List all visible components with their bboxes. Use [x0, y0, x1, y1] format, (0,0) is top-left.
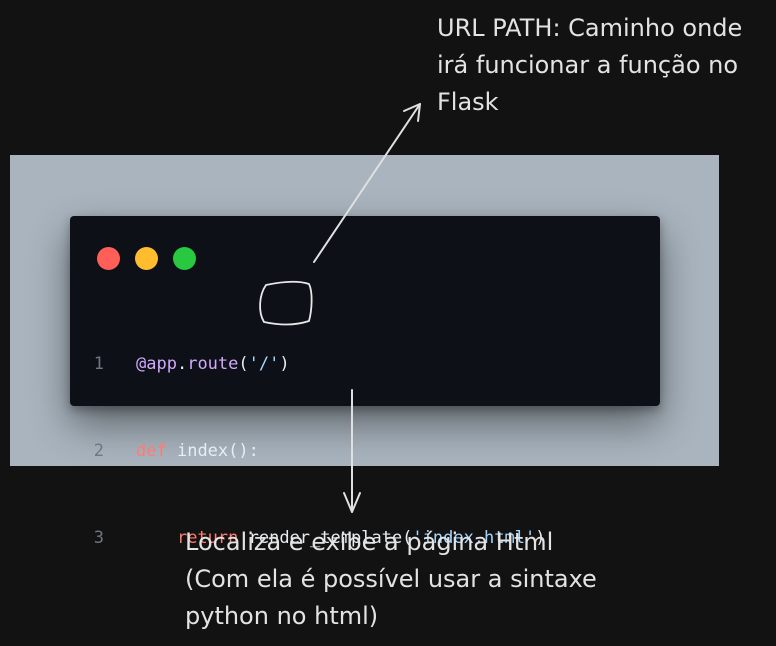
close-dot-icon: [97, 247, 120, 270]
maximize-dot-icon: [173, 247, 196, 270]
paren-open-token: (: [238, 354, 249, 374]
render-template-annotation: Localiza e exibe a página Html (Com ela …: [185, 524, 597, 635]
render-annotation-line-1: Localiza e exibe a página Html: [185, 528, 554, 556]
route-path-string: '/': [248, 354, 280, 374]
signature-token: ():: [228, 441, 259, 461]
code-line-2: 2 def index():: [70, 437, 545, 466]
def-keyword: def: [136, 441, 167, 461]
dot-token: .: [176, 354, 188, 374]
line-number: 3: [93, 528, 104, 548]
url-path-annotation-line-1: URL PATH: Caminho onde: [437, 14, 743, 42]
url-path-arrowhead-icon: [403, 103, 421, 122]
line-number: 2: [93, 441, 104, 461]
url-path-annotation: URL PATH: Caminho onde irá funcionar a f…: [437, 10, 742, 121]
decorator-token: @app: [136, 354, 177, 374]
code-window: 1 @app.route('/') 2 def index(): 3 return …: [70, 216, 660, 548]
function-name-token: index: [176, 441, 229, 461]
paren-close-token: ): [279, 354, 290, 374]
minimize-dot-icon: [135, 247, 158, 270]
url-path-annotation-line-2: irá funcionar a função no: [437, 51, 739, 79]
line-number: 1: [93, 354, 104, 374]
url-path-annotation-line-3: Flask: [437, 88, 499, 116]
code-line-1: 1 @app.route('/'): [70, 350, 545, 379]
render-annotation-line-3: python no html): [185, 602, 379, 630]
route-token: route: [187, 354, 239, 374]
render-annotation-line-2: (Com ela é possível usar a sintaxe: [185, 565, 597, 593]
window-controls: [97, 247, 196, 270]
